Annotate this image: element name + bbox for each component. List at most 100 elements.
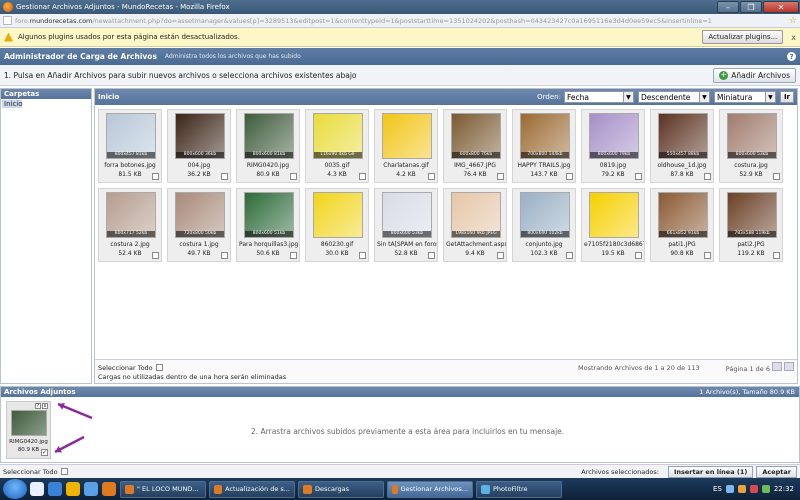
sort-field-select[interactable]: Fecha ▼ (563, 91, 634, 103)
file-checkbox[interactable] (290, 173, 297, 180)
folder-item-inicio[interactable]: Inicio (2, 100, 23, 108)
file-tile[interactable]: 800x600 51kb Para horquillas3.jpg 50.6 KB (236, 188, 300, 262)
minimize-button[interactable]: – (717, 1, 739, 13)
file-checkbox[interactable] (152, 252, 159, 259)
file-name: Para horquillas3.jpg (239, 241, 299, 248)
file-checkbox[interactable] (635, 173, 642, 180)
select-all-label: Seleccionar Todo (98, 363, 153, 372)
taskbar-task[interactable]: " EL LOCO MUND... (120, 480, 206, 498)
firefox-icon[interactable] (102, 482, 116, 496)
taskbar-task[interactable]: PhotoFiltre (476, 480, 562, 498)
file-tile[interactable]: Charlatanas.gif 4.2 KB (374, 109, 438, 183)
view-mode-select[interactable]: Miniatura ▼ (713, 91, 776, 103)
file-checkbox[interactable] (221, 252, 228, 259)
file-tile[interactable]: 800x457 81kb forra botones.jpg 81.5 KB (98, 109, 162, 183)
attached-file-checkbox[interactable]: ✓ (41, 449, 48, 456)
order-label: Orden: (537, 93, 561, 101)
prev-page-button[interactable] (772, 362, 782, 371)
file-checkbox[interactable] (428, 173, 435, 180)
accept-button[interactable]: Aceptar (756, 465, 797, 478)
tray-app-icon[interactable] (761, 485, 770, 493)
files-footer: Seleccionar Todo Mostrando Archivos de 1… (95, 359, 797, 383)
file-thumbnail: 600x800 76kb (451, 113, 501, 159)
file-checkbox[interactable] (152, 173, 159, 180)
file-tile[interactable]: 600x800 76kb IMG_4667.JPG 76.4 KB (443, 109, 507, 183)
file-checkbox[interactable] (221, 173, 228, 180)
next-page-button[interactable] (784, 362, 794, 371)
file-tile[interactable]: 198x160 9kb JPEG GetAttachment.aspx.j 9.4 … (443, 188, 507, 262)
file-thumbnail: 800x600 51kb (244, 192, 294, 238)
file-tile[interactable]: 860230.gif 30.0 KB (305, 188, 369, 262)
file-tile[interactable]: 800x600 53kb costura.jpg 52.9 KB (719, 109, 783, 183)
url-bar[interactable]: foro.mundorecetas.com/newattachment.php?… (0, 14, 800, 28)
file-checkbox[interactable] (635, 252, 642, 259)
show-desktop-icon[interactable] (30, 482, 44, 496)
file-checkbox[interactable] (773, 252, 780, 259)
internet-explorer-icon[interactable] (48, 482, 62, 496)
file-tile[interactable]: e7105f2180c3d68670119.5 KB (581, 188, 645, 262)
file-checkbox[interactable] (497, 252, 504, 259)
file-tile[interactable]: 661x852 91kb pati1.JPG 90.8 KB (650, 188, 714, 262)
sort-direction-select[interactable]: Descendente ▼ (637, 91, 710, 103)
file-checkbox[interactable] (566, 173, 573, 180)
file-checkbox[interactable] (566, 252, 573, 259)
add-files-button[interactable]: + Añadir Archivos (713, 67, 796, 83)
attached-tile-actions: ? x (35, 403, 48, 409)
close-button[interactable]: ✕ (763, 1, 799, 13)
task-app-icon (214, 484, 223, 494)
file-checkbox[interactable] (359, 252, 366, 259)
remove-icon[interactable]: x (42, 403, 48, 409)
select-all-attached[interactable]: Seleccionar Todo (3, 468, 581, 476)
start-button[interactable] (3, 479, 27, 499)
file-tile[interactable]: 700x800 144kb HAPPY TRAILS.jpg 143.7 KB (512, 109, 576, 183)
file-checkbox[interactable] (704, 252, 711, 259)
network-icon[interactable] (725, 485, 734, 493)
file-tile[interactable]: 116x90 4kb GIF 0035.gif 4.3 KB (305, 109, 369, 183)
file-tile[interactable]: 800x717 52kb costura 2.jpg 52.4 KB (98, 188, 162, 262)
file-checkbox[interactable] (359, 173, 366, 180)
media-player-icon[interactable] (84, 482, 98, 496)
file-checkbox[interactable] (773, 173, 780, 180)
file-tile[interactable]: 800x600 36kb 004.jpg 36.2 KB (167, 109, 231, 183)
task-label: Actualización de s... (225, 485, 290, 493)
files-panel: Inicio Orden: Fecha ▼ Descendente ▼ Miniat… (94, 88, 798, 384)
taskbar-task[interactable]: Actualización de s... (209, 480, 295, 498)
file-tile[interactable]: 800x600 79kb 0819.jpg 79.2 KB (581, 109, 645, 183)
file-checkbox[interactable] (428, 252, 435, 259)
language-indicator[interactable]: ES (713, 485, 722, 493)
clock[interactable]: 22:32 (774, 485, 794, 493)
file-tile[interactable]: 550x457 88kb oldhouse_1d.jpg 87.8 KB (650, 109, 714, 183)
bookmark-star-icon[interactable]: ☆ (789, 16, 797, 26)
info-icon[interactable]: ? (35, 403, 41, 409)
attached-file-tile[interactable]: ? x RIMG0420.jpg 80.9 KB ✓ (6, 401, 51, 459)
notice-close-icon[interactable]: x (791, 33, 796, 42)
folder-icon[interactable] (66, 482, 80, 496)
attached-files-panel[interactable]: Archivos Adjuntos 1 Archivo(s), Tamaño 8… (0, 386, 800, 463)
system-tray: ES 22:32 (713, 485, 800, 493)
antivirus-icon[interactable] (749, 485, 758, 493)
maximize-button[interactable]: ❐ (740, 1, 762, 13)
file-tile[interactable]: 783x588 119kb pati2.JPG 119.2 KB (719, 188, 783, 262)
page-header: Administrador de Carga de Archivos Admin… (0, 48, 800, 65)
select-all-attached-checkbox[interactable] (60, 468, 68, 475)
task-app-icon (392, 484, 398, 494)
taskbar-task[interactable]: Descargas (298, 480, 384, 498)
file-tile[interactable]: 800x600 81kb RIMG0420.jpg 80.9 KB (236, 109, 300, 183)
file-checkbox[interactable] (704, 173, 711, 180)
select-all-checkbox[interactable] (155, 364, 163, 371)
file-checkbox[interactable] (290, 252, 297, 259)
file-tile[interactable]: 800x600 53kb Sin tÃ­[SPAM en foros 52.8 KB (374, 188, 438, 262)
volume-icon[interactable] (737, 485, 746, 493)
thumbnail-dimensions: 198x160 9kb JPEG (452, 231, 500, 237)
select-all-files[interactable]: Seleccionar Todo (98, 364, 218, 372)
file-tile[interactable]: 800x600 102kb conjunto.jpg 102.3 KB (512, 188, 576, 262)
help-icon[interactable]: ? (787, 52, 796, 61)
file-tile[interactable]: 720x800 50kb costura 1.jpg 49.7 KB (167, 188, 231, 262)
taskbar-task[interactable]: Gestionar Archivos... (387, 480, 473, 498)
update-plugins-button[interactable]: Actualizar plugins... (702, 30, 784, 44)
file-checkbox[interactable] (497, 173, 504, 180)
url-text[interactable]: foro.mundorecetas.com/newattachment.php?… (15, 17, 787, 25)
file-name: HAPPY TRAILS.jpg (517, 162, 571, 169)
insert-inline-button[interactable]: Insertar en línea (1) (667, 465, 754, 478)
go-button[interactable]: Ir (779, 91, 794, 103)
